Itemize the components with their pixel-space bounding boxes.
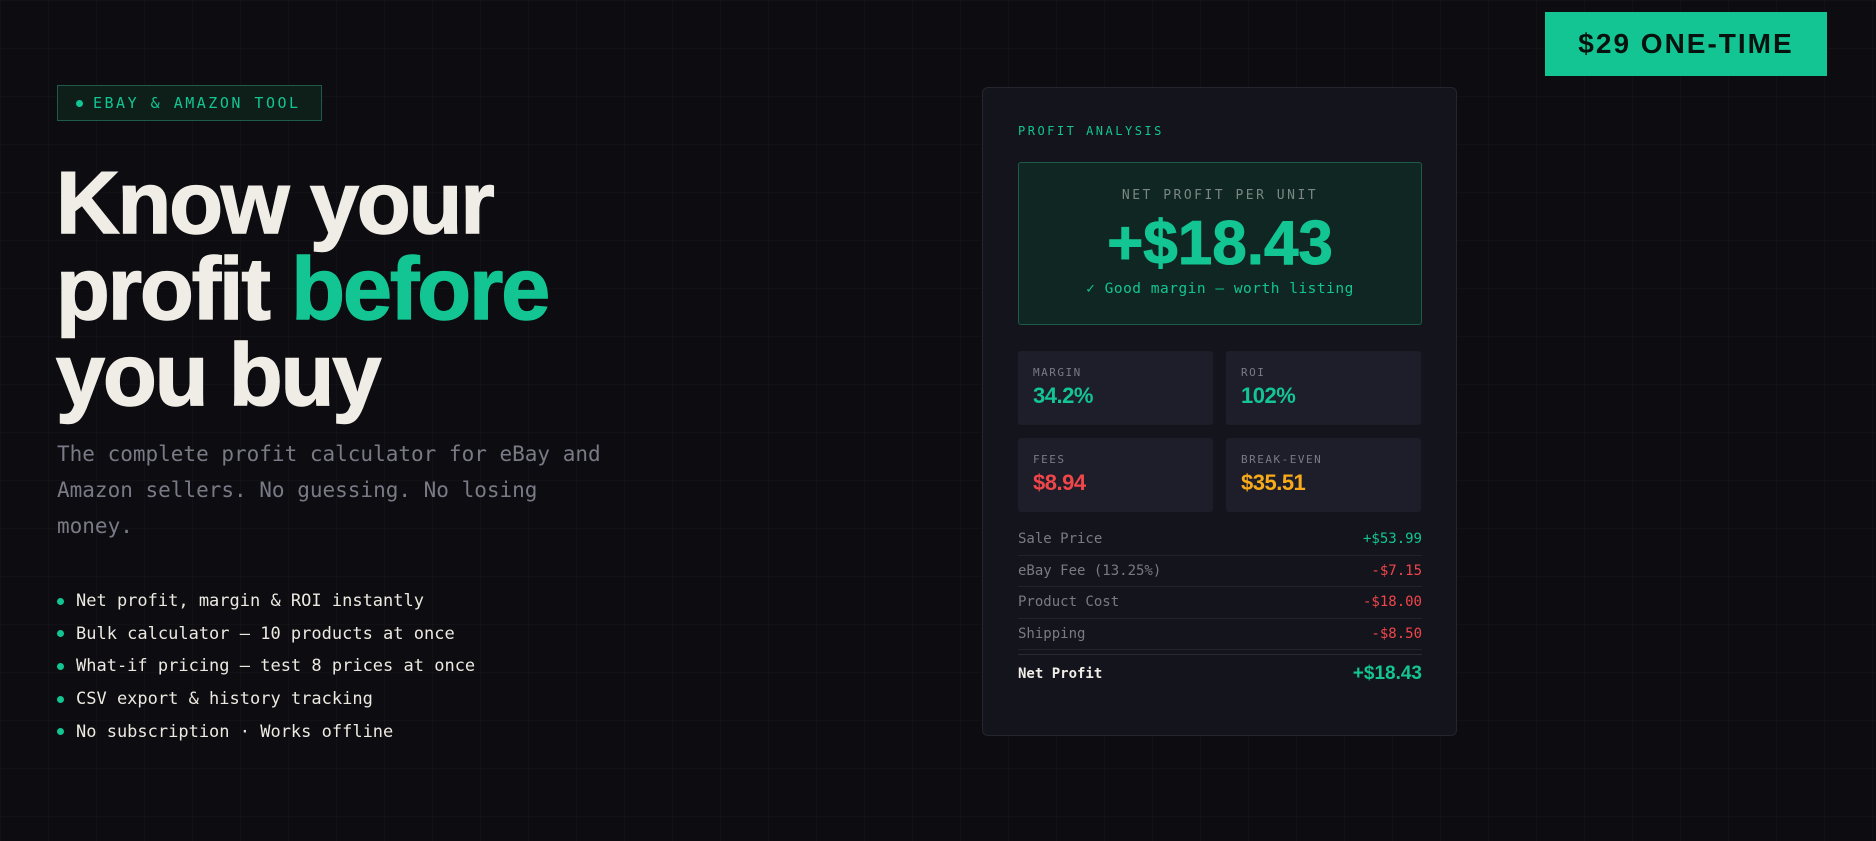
feature-list: Net profit, margin & ROI instantly Bulk … xyxy=(57,585,475,748)
feature-item: CSV export & history tracking xyxy=(57,683,475,716)
headline-accent-word: before xyxy=(291,239,551,338)
breakdown-label: Shipping xyxy=(1018,625,1086,642)
feature-text: Bulk calculator — 10 products at once xyxy=(76,623,455,644)
net-profit-row: Net Profit +$18.43 xyxy=(1018,654,1422,692)
breakdown-row: Shipping -$8.50 xyxy=(1018,619,1422,650)
net-profit-row-label: Net Profit xyxy=(1018,665,1103,682)
headline-line-3: you buy xyxy=(55,325,382,424)
stat-margin: MARGIN 34.2% xyxy=(1018,351,1213,425)
feature-item: Bulk calculator — 10 products at once xyxy=(57,618,475,651)
stat-value: 34.2% xyxy=(1033,383,1093,408)
hero-subtitle: The complete profit calculator for eBay … xyxy=(57,442,601,538)
net-profit-panel: NET PROFIT PER UNIT +$18.43 ✓ Good margi… xyxy=(1018,162,1422,325)
feature-item: Net profit, margin & ROI instantly xyxy=(57,585,475,618)
breakdown-row: eBay Fee (13.25%) -$7.15 xyxy=(1018,556,1422,587)
hero-headline: Know your profit before you buy xyxy=(55,153,551,424)
net-profit-row-value: +$18.43 xyxy=(1352,662,1422,684)
stat-value: 102% xyxy=(1241,383,1296,408)
badge-dot-icon xyxy=(76,99,83,107)
stat-label: MARGIN xyxy=(1033,366,1082,379)
breakdown-value: +$53.99 xyxy=(1362,531,1422,548)
feature-text: No subscription · Works offline xyxy=(76,721,394,742)
feature-item: What-if pricing — test 8 prices at once xyxy=(57,650,475,683)
net-profit-value: +$18.43 xyxy=(1107,209,1334,279)
stat-value: $8.94 xyxy=(1033,470,1086,495)
pricing-cta-button[interactable]: $29 ONE-TIME xyxy=(1545,12,1827,76)
stat-fees: FEES $8.94 xyxy=(1018,438,1213,512)
margin-verdict: ✓ Good margin — worth listing xyxy=(1086,281,1354,297)
stat-roi: ROI 102% xyxy=(1226,351,1421,425)
breakdown-value: -$8.50 xyxy=(1371,625,1422,642)
feature-text: CSV export & history tracking xyxy=(76,689,373,710)
headline-line-1: Know your xyxy=(55,153,495,252)
bullet-dot-icon xyxy=(57,597,64,605)
breakdown-row: Sale Price +$53.99 xyxy=(1018,524,1422,556)
stat-value: $35.51 xyxy=(1241,470,1306,495)
breakdown-label: Sale Price xyxy=(1018,531,1103,548)
feature-text: What-if pricing — test 8 prices at once xyxy=(76,656,476,677)
stat-label: BREAK-EVEN xyxy=(1241,453,1323,466)
feature-text: Net profit, margin & ROI instantly xyxy=(76,591,424,612)
bullet-dot-icon xyxy=(57,630,64,638)
bullet-dot-icon xyxy=(57,695,64,703)
cost-breakdown: Sale Price +$53.99 eBay Fee (13.25%) -$7… xyxy=(1018,524,1422,692)
stat-break-even: BREAK-EVEN $35.51 xyxy=(1226,438,1421,512)
stat-label: ROI xyxy=(1241,366,1266,379)
profit-analysis-card: PROFIT ANALYSIS NET PROFIT PER UNIT +$18… xyxy=(982,87,1457,736)
headline-line-2-prefix: profit xyxy=(55,239,292,338)
breakdown-label: eBay Fee (13.25%) xyxy=(1018,562,1162,579)
headline-line-2: profit before xyxy=(55,244,551,334)
breakdown-label: Product Cost xyxy=(1018,594,1120,611)
breakdown-value: -$7.15 xyxy=(1371,562,1422,579)
bullet-dot-icon xyxy=(57,662,64,670)
breakdown-row: Product Cost -$18.00 xyxy=(1018,587,1422,619)
feature-item: No subscription · Works offline xyxy=(57,715,475,748)
card-title: PROFIT ANALYSIS xyxy=(1018,124,1164,138)
product-category-badge: EBAY & AMAZON TOOL xyxy=(57,85,322,121)
net-profit-label: NET PROFIT PER UNIT xyxy=(1121,188,1319,203)
breakdown-value: -$18.00 xyxy=(1362,594,1422,611)
badge-label: EBAY & AMAZON TOOL xyxy=(93,94,301,112)
bullet-dot-icon xyxy=(57,728,64,736)
stat-label: FEES xyxy=(1033,453,1066,466)
